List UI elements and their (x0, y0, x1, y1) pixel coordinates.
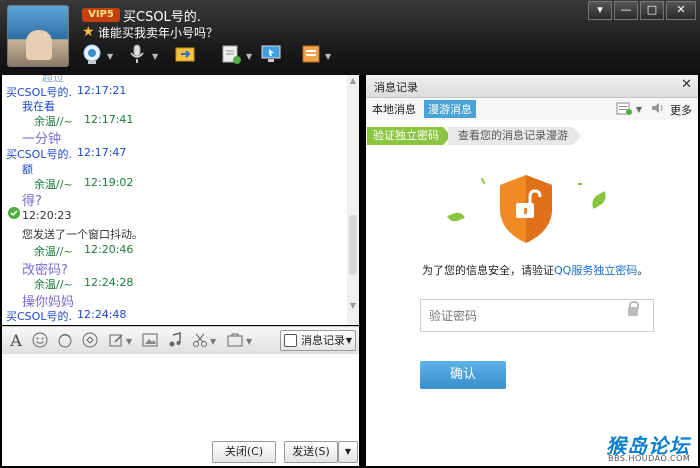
leaf-decoration (447, 210, 465, 224)
notice-prefix: 为了您的信息安全，请验证 (422, 264, 554, 277)
history-panel-title: 消息记录 (374, 81, 418, 94)
chat-window: VIP5 买CSOL号的. ★ 谁能买我卖年小号吗？ ▼ ▼ ▼ ▼ ▾ — □ (0, 0, 700, 468)
chevron-down-icon[interactable]: ▼ (246, 337, 252, 346)
password-field[interactable] (420, 299, 654, 332)
menu-button[interactable]: ▾ (588, 1, 612, 20)
chevron-down-icon[interactable]: ▼ (126, 337, 132, 346)
message-time: 12:24:48 (77, 308, 127, 321)
contact-nickname[interactable]: 买CSOL号的. (123, 6, 201, 25)
image-icon[interactable] (142, 332, 158, 348)
message-time: 12:20:46 (84, 243, 134, 256)
voice-call-icon[interactable] (123, 40, 151, 68)
leaf-decoration (588, 191, 610, 209)
message-sender: 余温//~ (34, 278, 73, 291)
confirm-button[interactable]: 确认 (420, 361, 506, 389)
chat-log[interactable]: 超过 买CSOL号的. 12:17:21 我在看 余温//~ 12:17:41 … (2, 75, 347, 325)
font-icon[interactable]: A (8, 331, 24, 350)
message-history-button[interactable]: 消息记录 ▼ (280, 330, 356, 351)
close-button[interactable]: 关闭(C) (212, 441, 276, 463)
message-manager-icon[interactable] (616, 101, 632, 118)
verification-steps: 验证独立密码 查看您的消息记录漫游 (366, 127, 698, 145)
notice-suffix: 。 (637, 264, 649, 277)
chevron-down-icon[interactable]: ▼ (325, 52, 331, 61)
message-time: 12:17:47 (77, 146, 127, 159)
message-sender: 买CSOL号的. (6, 148, 72, 161)
watermark-sub: BBS.HOUDAO.COM (608, 454, 691, 463)
message-time: 12:17:41 (84, 113, 134, 126)
message-text: 我在看 (22, 100, 55, 113)
file-transfer-icon[interactable] (171, 40, 199, 68)
music-icon[interactable] (167, 332, 183, 348)
tab-roaming-messages[interactable]: 漫游消息 (424, 100, 476, 118)
emoji-icon[interactable] (32, 332, 48, 348)
history-panel: 消息记录 ✕ 本地消息 漫游消息 ▼ 更多 验证独立密码 查看您的消息记录漫游 (366, 75, 698, 466)
video-call-icon[interactable] (78, 40, 106, 68)
leaf-decoration (480, 177, 486, 185)
message-time: 12:24:28 (84, 276, 134, 289)
shield-lock-icon (496, 173, 556, 248)
chevron-down-icon: ▼ (345, 336, 352, 345)
message-sender: 余温//~ (34, 245, 73, 258)
tab-local-messages[interactable]: 本地消息 (372, 101, 416, 117)
send-button[interactable]: 发送(S) (284, 441, 338, 463)
chat-scrollbar[interactable]: ▲ ▼ (347, 75, 359, 325)
scroll-down-icon[interactable]: ▼ (348, 301, 358, 310)
close-icon[interactable]: ✕ (681, 77, 692, 92)
scroll-up-icon[interactable]: ▲ (348, 76, 358, 85)
nudge-icon[interactable] (82, 332, 98, 348)
message-icon[interactable] (217, 40, 245, 68)
star-icon: ★ (82, 24, 95, 40)
system-message: 您发送了一个窗口抖动。 (22, 228, 143, 241)
message-sender: 买CSOL号的. (6, 310, 72, 323)
chevron-down-icon[interactable]: ▼ (152, 52, 158, 61)
chevron-down-icon[interactable]: ▼ (636, 105, 642, 114)
vip-badge: VIP5 (82, 8, 120, 22)
message-text: 额 (22, 163, 33, 176)
avatar[interactable] (7, 5, 69, 67)
briefcase-icon[interactable] (227, 332, 243, 348)
chevron-down-icon[interactable]: ▼ (107, 52, 113, 61)
history-panel-header: 消息记录 ✕ (366, 75, 698, 98)
history-tools: ▼ 更多 (616, 101, 692, 118)
message-time: 12:19:02 (84, 176, 134, 189)
message-input[interactable] (2, 354, 359, 434)
magic-emoji-icon[interactable] (57, 332, 73, 348)
edit-icon[interactable] (108, 332, 124, 348)
app-box-icon[interactable] (297, 40, 325, 68)
message-history-label: 消息记录 (301, 334, 345, 347)
step-verify-password: 验证独立密码 (367, 127, 451, 145)
chevron-down-icon[interactable]: ▼ (210, 337, 216, 346)
maximize-button[interactable]: □ (640, 1, 664, 20)
step-view-roaming: 查看您的消息记录漫游 (448, 127, 581, 145)
send-options-button[interactable]: ▼ (338, 441, 358, 463)
message-text: 一分钟 (22, 132, 62, 147)
clock-icon (284, 334, 297, 347)
scissors-icon[interactable] (192, 332, 208, 348)
minimize-button[interactable]: — (614, 1, 638, 20)
system-time: 12:20:23 (22, 209, 72, 222)
window-controls: ▾ — □ ✕ (588, 1, 696, 20)
remote-assist-icon[interactable] (257, 40, 285, 68)
check-icon (8, 207, 20, 222)
close-window-button[interactable]: ✕ (666, 1, 696, 20)
watermark: 猴岛论坛 BBS.HOUDAO.COM (606, 430, 696, 464)
speaker-icon[interactable] (650, 101, 666, 118)
leaf-decoration (578, 183, 582, 185)
contact-signature: 谁能买我卖年小号吗？ (98, 26, 219, 40)
input-toolbar: A ▼ ▼ ▼ 消息记录 ▼ (2, 326, 359, 355)
chevron-down-icon[interactable]: ▼ (246, 52, 252, 61)
lock-icon (628, 301, 639, 316)
send-bar: 关闭(C) 发送(S) ▼ (2, 434, 359, 466)
message-time: 12:17:21 (77, 84, 127, 97)
scrollbar-thumb[interactable] (349, 215, 357, 275)
chat-header: VIP5 买CSOL号的. ★ 谁能买我卖年小号吗？ ▼ ▼ ▼ ▼ ▾ — □ (0, 0, 700, 75)
message-text: 得? (22, 194, 42, 209)
more-button[interactable]: 更多 (670, 102, 692, 118)
message-sender: 余温//~ (34, 115, 73, 128)
security-notice: 为了您的信息安全，请验证QQ服务独立密码。 (422, 262, 648, 278)
qq-service-password-link[interactable]: QQ服务独立密码 (554, 264, 637, 277)
history-tabs: 本地消息 漫游消息 ▼ 更多 (366, 98, 698, 120)
